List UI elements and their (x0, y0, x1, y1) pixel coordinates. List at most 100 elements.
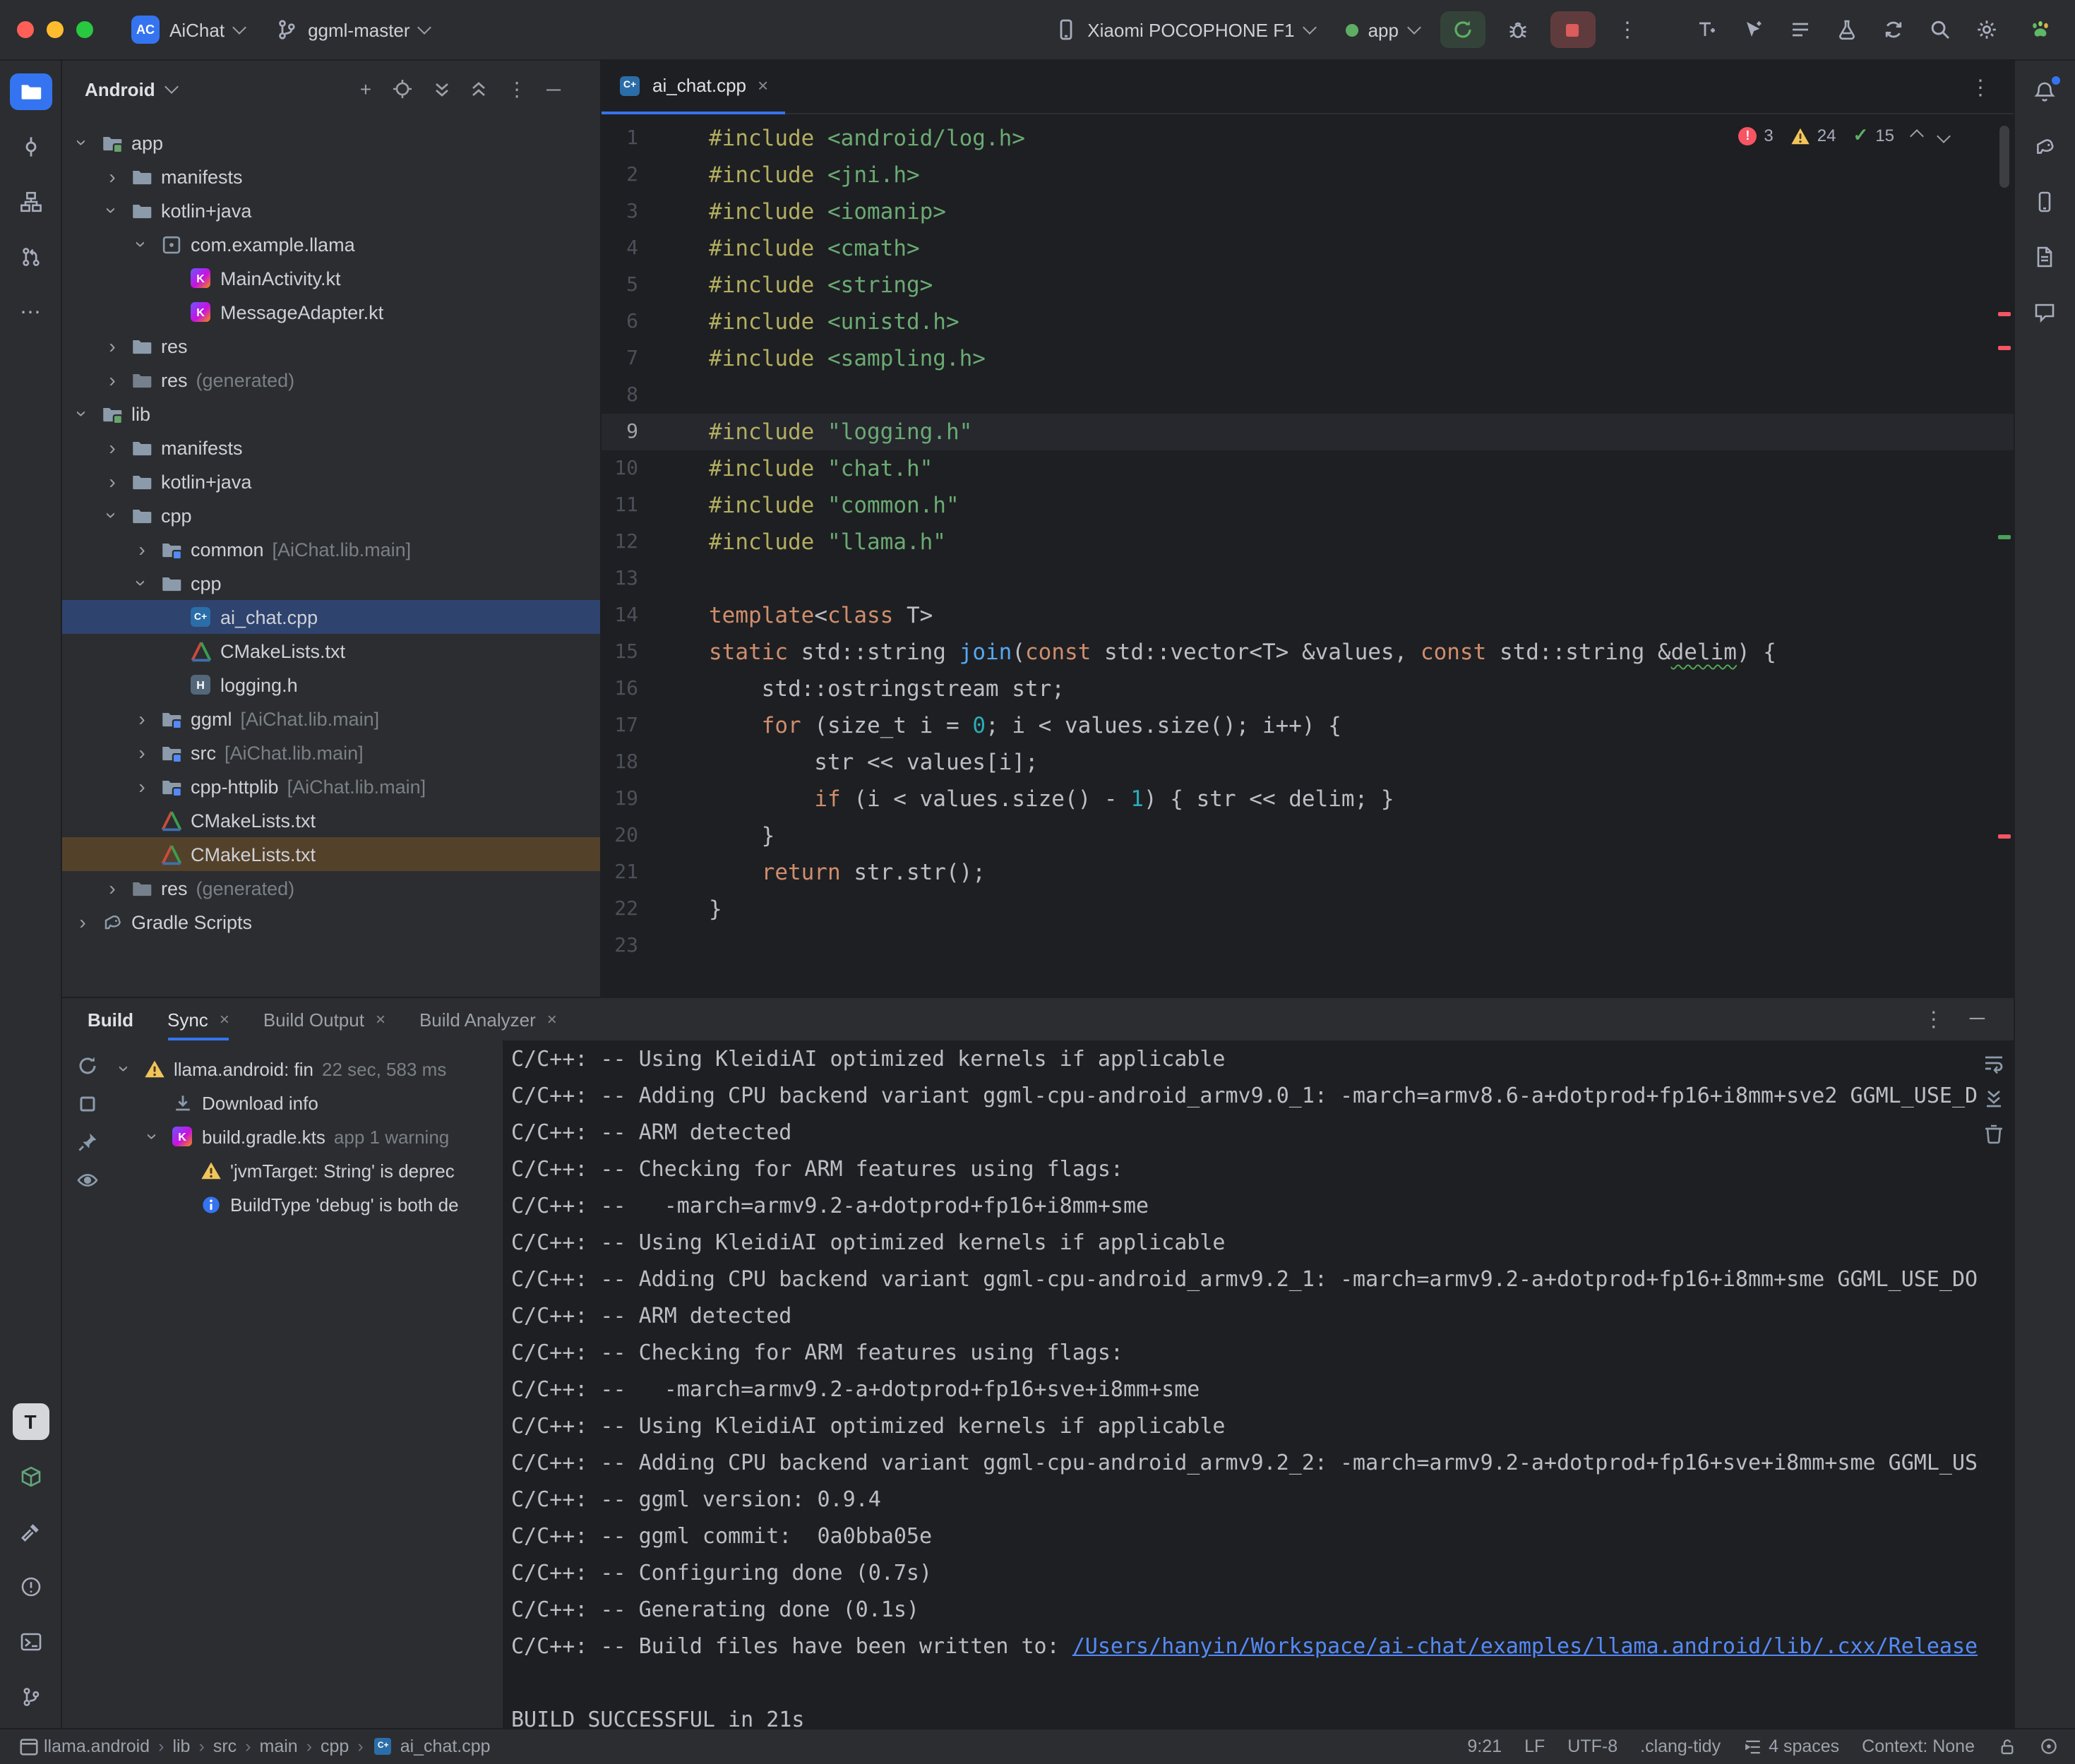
line-number[interactable]: 20 (602, 817, 638, 854)
assistant-paw-icon[interactable] (2019, 11, 2061, 48)
hide-panel-button[interactable]: ─ (546, 78, 561, 100)
breadcrumb-item-lib[interactable]: lib (172, 1736, 190, 1756)
line-number[interactable]: 23 (602, 928, 638, 964)
search-icon[interactable] (1918, 11, 1961, 48)
build-options-kebab[interactable]: ⋮ (1923, 1007, 1944, 1032)
breadcrumb-item-src[interactable]: src (213, 1736, 237, 1756)
error-stripe-mark[interactable] (1997, 346, 2010, 350)
pull-requests-tool-button[interactable] (9, 239, 52, 275)
tree-item-cpp-httplib[interactable]: ›cpp-httplib[AiChat.lib.main] (62, 769, 600, 803)
add-button[interactable]: + (360, 78, 371, 100)
tree-item-cmakelists-txt[interactable]: CMakeLists.txt (62, 837, 600, 871)
app-quality-insights-tool-button[interactable] (2023, 294, 2066, 330)
line-number[interactable]: 21 (602, 854, 638, 891)
code-line-13[interactable]: 13 (602, 560, 2013, 597)
code-text[interactable]: std::ostringstream str; (709, 671, 2013, 707)
close-tab-icon[interactable]: × (758, 75, 768, 96)
collapse-all-button[interactable] (470, 79, 487, 99)
build-tree-item-build-gradle-kts[interactable]: ›Kbuild.gradle.ktsapp 1 warning (113, 1120, 503, 1153)
tree-item-lib[interactable]: ›lib (62, 397, 600, 431)
run-options-kebab[interactable]: ⋮ (1606, 11, 1649, 48)
project-tool-button[interactable] (9, 73, 52, 110)
code-line-3[interactable]: 3#include <iomanip> (602, 193, 2013, 230)
tree-chevron-icon[interactable]: › (102, 201, 122, 220)
scroll-to-end-icon[interactable] (1982, 1087, 2004, 1110)
tree-chevron-icon[interactable]: › (132, 235, 152, 253)
line-number[interactable]: 13 (602, 560, 638, 597)
errors-count[interactable]: ! 3 (1738, 126, 1773, 145)
scrollbar-thumb[interactable] (1999, 126, 2009, 188)
tree-chevron-icon[interactable]: › (103, 167, 121, 186)
code-text[interactable]: } (709, 817, 2013, 854)
project-selector[interactable]: AC AiChat (121, 10, 254, 49)
tree-chevron-icon[interactable]: › (143, 1127, 163, 1146)
tree-item-manifests[interactable]: ›manifests (62, 431, 600, 464)
panel-options-kebab[interactable]: ⋮ (507, 77, 527, 101)
error-stripe-mark[interactable] (1997, 834, 2010, 839)
tree-chevron-icon[interactable]: › (103, 370, 121, 390)
tree-chevron-icon[interactable]: › (133, 776, 151, 796)
code-text[interactable] (709, 560, 2013, 597)
logcat-tool-button[interactable] (2023, 239, 2066, 275)
context-widget[interactable]: Context: None (1862, 1736, 1975, 1756)
line-number[interactable]: 22 (602, 891, 638, 928)
line-separator-widget[interactable]: LF (1524, 1736, 1545, 1756)
gradle-tool-button[interactable] (2023, 128, 2066, 165)
profiler-icon[interactable] (1825, 11, 1867, 48)
code-line-6[interactable]: 6#include <unistd.h> (602, 304, 2013, 340)
code-line-2[interactable]: 2#include <jni.h> (602, 157, 2013, 193)
tree-item-res[interactable]: ›res(generated) (62, 363, 600, 397)
code-text[interactable]: if (i < values.size() - 1) { str << deli… (709, 781, 2013, 817)
debug-button[interactable] (1496, 11, 1538, 48)
tree-item-src[interactable]: ›src[AiChat.lib.main] (62, 736, 600, 769)
build-tab-sync[interactable]: Sync× (167, 998, 229, 1040)
clang-tidy-widget[interactable]: .clang-tidy (1640, 1736, 1721, 1756)
code-line-18[interactable]: 18 str << values[i]; (602, 744, 2013, 781)
editor-options-kebab[interactable]: ⋮ (1959, 74, 2002, 100)
tree-item-cmakelists-txt[interactable]: CMakeLists.txt (62, 803, 600, 837)
code-text[interactable]: #include <sampling.h> (709, 340, 2013, 377)
code-line-10[interactable]: 10#include "chat.h" (602, 450, 2013, 487)
window-zoom-button[interactable] (76, 21, 93, 38)
caret-position-widget[interactable]: 9:21 (1467, 1736, 1502, 1756)
code-text[interactable]: #include "common.h" (709, 487, 2013, 524)
build-tool-button[interactable] (9, 1513, 52, 1549)
tree-item-messageadapter-kt[interactable]: KMessageAdapter.kt (62, 295, 600, 329)
tree-item-mainactivity-kt[interactable]: KMainActivity.kt (62, 261, 600, 295)
breadcrumb-item-llama-android[interactable]: llama.android (44, 1736, 150, 1756)
project-view-selector[interactable]: Android (85, 78, 177, 100)
previous-problem-button[interactable] (1911, 126, 1921, 145)
task-list-icon[interactable] (1778, 11, 1821, 48)
tree-item-ggml[interactable]: ›ggml[AiChat.lib.main] (62, 702, 600, 736)
hide-build-panel-button[interactable]: ─ (1970, 1007, 1985, 1032)
code-text[interactable]: #include <cmath> (709, 230, 2013, 267)
line-number[interactable]: 7 (602, 340, 638, 377)
tree-chevron-icon[interactable]: › (103, 336, 121, 356)
tree-item-res[interactable]: ›res (62, 329, 600, 363)
tree-chevron-icon[interactable]: › (133, 743, 151, 762)
tree-item-kotlin-java[interactable]: ›kotlin+java (62, 193, 600, 227)
text-tool-icon[interactable] (1685, 11, 1728, 48)
tree-item-ai-chat-cpp[interactable]: C+ai_chat.cpp (62, 600, 600, 634)
close-tab-icon[interactable]: × (220, 1009, 229, 1029)
line-number[interactable]: 10 (602, 450, 638, 487)
rerun-button[interactable] (1440, 11, 1485, 48)
tree-chevron-icon[interactable]: › (103, 472, 121, 491)
notifications-bell-icon[interactable] (2023, 73, 2066, 110)
tree-chevron-icon[interactable]: › (73, 133, 92, 152)
code-text[interactable]: #include <jni.h> (709, 157, 2013, 193)
line-number[interactable]: 12 (602, 524, 638, 560)
code-line-11[interactable]: 11#include "common.h" (602, 487, 2013, 524)
window-close-button[interactable] (17, 21, 34, 38)
tree-chevron-icon[interactable]: › (102, 506, 122, 524)
encoding-widget[interactable]: UTF-8 (1567, 1736, 1617, 1756)
line-number[interactable]: 15 (602, 634, 638, 671)
tree-chevron-icon[interactable]: › (133, 709, 151, 728)
inspection-level-widget[interactable] (2038, 1736, 2058, 1756)
soft-wrap-icon[interactable] (1982, 1052, 2004, 1074)
line-number[interactable]: 5 (602, 267, 638, 304)
code-line-17[interactable]: 17 for (size_t i = 0; i < values.size();… (602, 707, 2013, 744)
tree-item-logging-h[interactable]: Hlogging.h (62, 668, 600, 702)
code-line-19[interactable]: 19 if (i < values.size() - 1) { str << d… (602, 781, 2013, 817)
tree-chevron-icon[interactable]: › (103, 878, 121, 898)
